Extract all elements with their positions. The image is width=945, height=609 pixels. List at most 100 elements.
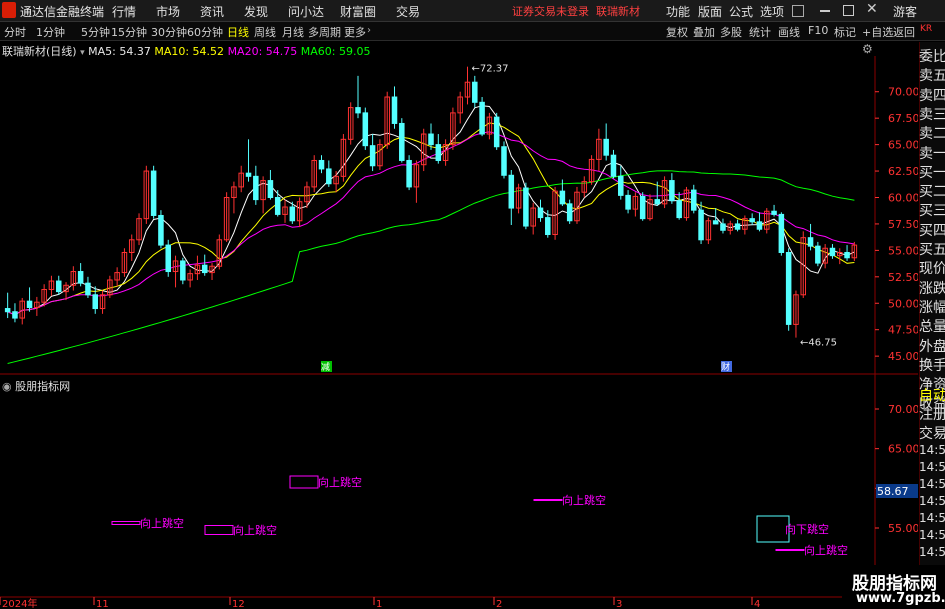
candle-body <box>289 206 296 222</box>
tool-overlay[interactable]: 叠加 <box>693 24 715 40</box>
side-panel-label: 买五 <box>919 242 945 258</box>
skin-icon[interactable] <box>792 5 804 17</box>
period-tab-1min[interactable]: 1分钟 <box>36 24 65 40</box>
indicator-axis-label: 55.00 <box>888 522 918 535</box>
side-panel-label: 卖三 <box>919 106 945 123</box>
side-panel-label: 涨跌 <box>919 280 945 297</box>
menu-item-discover[interactable]: 发现 <box>244 3 268 20</box>
candle-body <box>720 223 726 231</box>
date-axis-label: 2024年 <box>2 597 37 609</box>
side-panel-label[interactable]: 自动 <box>919 385 945 405</box>
ma60-line <box>7 170 855 364</box>
candle-body <box>391 96 398 124</box>
tool-back[interactable]: 返回 <box>893 24 915 40</box>
candle-body <box>676 200 682 219</box>
menu-item-ask[interactable]: 问小达 <box>288 3 324 20</box>
period-tab-multi[interactable]: 多周期 <box>308 24 341 40</box>
tool-stats[interactable]: 统计 <box>749 24 771 40</box>
date-axis-label: 11 <box>96 599 109 609</box>
side-panel-label: 买三 <box>919 203 945 220</box>
candle-body <box>669 180 675 202</box>
candle-body <box>807 237 814 247</box>
period-tab-5min[interactable]: 5分钟 <box>81 24 110 40</box>
candle-body <box>566 203 573 222</box>
price-axis-label: 60.00 <box>888 191 918 204</box>
guest-label[interactable]: 游客 <box>893 3 917 20</box>
gap-signal-label: 向下跳空 <box>785 522 829 536</box>
gap-signal-box <box>289 475 319 489</box>
menu-item-formula[interactable]: 公式 <box>729 3 753 20</box>
menu-item-layout[interactable]: 版面 <box>698 3 722 20</box>
candle-body <box>625 194 631 210</box>
menu-item-news[interactable]: 资讯 <box>200 3 224 20</box>
date-axis-label: 2 <box>496 599 502 609</box>
app-title: 通达信金融终端 <box>20 5 105 19</box>
indicator-current-value: 58.67 <box>877 485 909 498</box>
menu-item-market[interactable]: 市场 <box>156 3 180 20</box>
candle-body <box>355 107 361 114</box>
candle-body <box>428 133 434 146</box>
price-axis-label: 55.00 <box>888 244 918 257</box>
period-tab-weekly[interactable]: 周线 <box>254 24 276 40</box>
candle-body <box>150 170 157 216</box>
tool-f10[interactable]: F10 <box>808 24 828 37</box>
ma20-line <box>7 131 855 316</box>
candle-body <box>610 154 617 177</box>
candle-body <box>493 116 500 148</box>
chevron-right-icon[interactable]: › <box>367 25 371 36</box>
side-panel-label[interactable]: 交易 <box>919 423 945 443</box>
candle-body <box>603 138 609 156</box>
menu-item-options[interactable]: 选项 <box>760 3 784 20</box>
login-notice[interactable]: 证券交易未登录 联瑞新材 <box>512 3 640 19</box>
candle-body <box>406 159 412 188</box>
candle-body <box>369 145 376 167</box>
period-tab-60min[interactable]: 60分钟 <box>187 24 223 40</box>
high-price-label: ←72.37 <box>471 64 508 75</box>
side-panel-label: 现价 <box>919 261 945 278</box>
candle-body <box>785 251 792 325</box>
candle-body <box>545 217 551 236</box>
menu-item-function[interactable]: 功能 <box>666 3 690 20</box>
candle-body <box>201 264 208 274</box>
indicator-toggle-icon[interactable]: ◉ <box>2 380 12 393</box>
candle-body <box>559 190 566 205</box>
side-panel-label: 买二 <box>919 184 945 201</box>
candle-body <box>472 81 478 103</box>
menu-item-trade[interactable]: 交易 <box>396 3 420 20</box>
side-panel-label: 卖四 <box>919 87 945 104</box>
menu-item-quotes[interactable]: 行情 <box>112 3 136 20</box>
period-tab-15min[interactable]: 15分钟 <box>111 24 147 40</box>
side-panel-label: 换手 <box>919 357 945 374</box>
candle-body <box>326 168 332 185</box>
candle-body <box>508 174 515 209</box>
tool-mark[interactable]: 标记 <box>834 24 856 40</box>
maximize-icon[interactable] <box>843 5 854 16</box>
side-panel-label: 委比 <box>919 49 945 65</box>
candle-body <box>267 180 274 198</box>
tool-draw[interactable]: 画线 <box>778 24 800 40</box>
candle-body <box>756 221 763 230</box>
period-tab-daily[interactable]: 日线 <box>227 24 249 40</box>
period-tab-more[interactable]: 更多 <box>344 24 366 40</box>
period-tab-30min[interactable]: 30分钟 <box>151 24 187 40</box>
tick-time: 14:56 <box>919 494 945 508</box>
period-tab-monthly[interactable]: 月线 <box>282 24 304 40</box>
indicator-name: 股朋指标网 <box>15 380 71 393</box>
candle-body <box>165 244 171 273</box>
watermark-logo: 股朋指标网 www.7gpzb.com <box>842 565 945 609</box>
tool-add-watch[interactable]: +自选 <box>862 24 893 40</box>
close-icon[interactable]: ✕ <box>866 1 878 17</box>
event-marker-label: 减 <box>321 361 330 373</box>
tool-adjust[interactable]: 复权 <box>666 24 688 40</box>
price-axis-label: 52.50 <box>888 271 918 284</box>
side-panel-label: 涨幅 <box>919 299 945 316</box>
tool-multi-stock[interactable]: 多股 <box>720 24 742 40</box>
period-tab-timeshare[interactable]: 分时 <box>4 24 26 40</box>
settings-gear-icon[interactable]: ⚙ <box>862 42 873 56</box>
kline-chart[interactable]: 70.00 67.50 65.00 62.50 60.00 57.50 55.00 52.50… <box>0 56 918 609</box>
minimize-icon[interactable] <box>820 10 830 12</box>
menu-item-wealth[interactable]: 财富圈 <box>340 3 376 20</box>
candle-body <box>12 311 18 319</box>
tick-time: 14:56 <box>919 545 945 559</box>
side-panel-label[interactable]: 注册 <box>919 404 945 424</box>
